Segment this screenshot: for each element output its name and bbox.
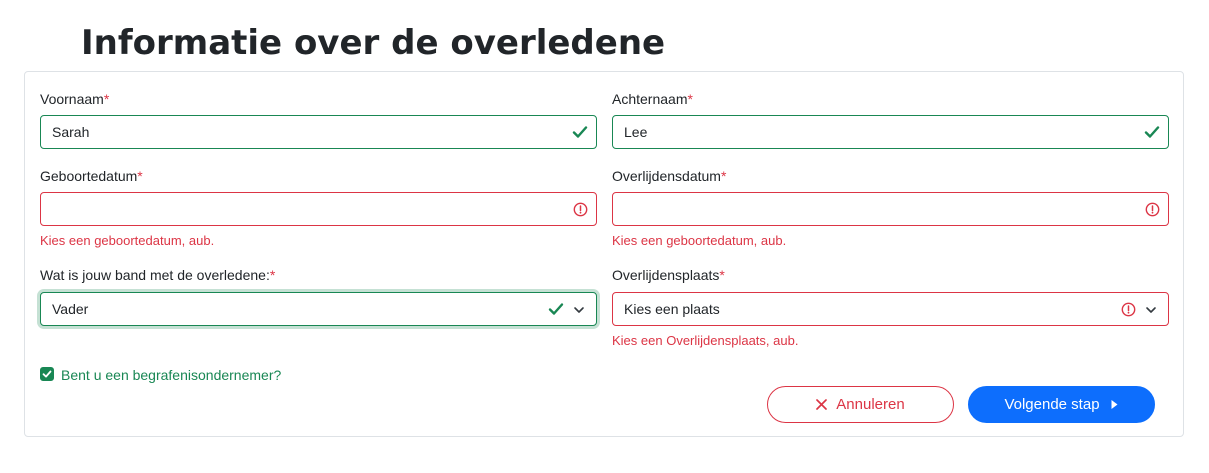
last-name-value: Lee (624, 124, 648, 140)
birth-date-field[interactable] (40, 192, 597, 226)
chevron-down-icon[interactable] (573, 304, 585, 316)
last-name-field[interactable]: Lee (612, 115, 1169, 149)
death-date-error: Kies een geboortedatum, aub. (612, 233, 787, 248)
birth-date-label-text: Geboortedatum (40, 168, 138, 184)
checkmark-icon (42, 370, 52, 378)
check-icon (572, 126, 588, 138)
relation-select[interactable]: Vader (40, 292, 597, 326)
relation-value: Vader (52, 301, 89, 317)
cancel-button[interactable]: Annuleren (767, 386, 954, 423)
first-name-value: Sarah (52, 124, 90, 140)
next-step-button[interactable]: Volgende stap (968, 386, 1155, 423)
first-name-field[interactable]: Sarah (40, 115, 597, 149)
required-marker: * (719, 267, 725, 283)
required-marker: * (720, 168, 727, 184)
required-marker: * (103, 91, 110, 107)
first-name-label-text: Voornaam (40, 91, 104, 107)
death-date-label: Overlijdensdatum* (612, 167, 726, 185)
chevron-down-icon[interactable] (1145, 304, 1157, 316)
caret-right-icon (1111, 400, 1118, 409)
alert-circle-icon (1121, 302, 1136, 317)
birth-date-error: Kies een geboortedatum, aub. (40, 233, 215, 248)
check-icon (548, 303, 564, 315)
next-step-button-label: Volgende stap (1004, 396, 1100, 413)
required-marker: * (269, 267, 276, 283)
alert-circle-icon (1145, 202, 1160, 217)
funeral-director-checkbox[interactable] (40, 367, 54, 381)
death-place-label: Overlijdensplaats* (612, 266, 725, 284)
cancel-button-label: Annuleren (836, 396, 905, 413)
birth-date-label: Geboortedatum* (40, 167, 143, 185)
check-icon (1144, 126, 1160, 138)
close-icon (816, 399, 828, 410)
required-marker: * (687, 91, 693, 107)
death-place-label-text: Overlijdensplaats (612, 267, 720, 283)
last-name-label-text: Achternaam (612, 91, 688, 107)
relation-label: Wat is jouw band met de overledene:* (40, 266, 275, 284)
death-date-label-text: Overlijdensdatum (612, 168, 721, 184)
death-place-value: Kies een plaats (624, 301, 720, 317)
death-place-error: Kies een Overlijdensplaats, aub. (612, 333, 799, 348)
funeral-director-label[interactable]: Bent u een begrafenisondernemer? (61, 367, 281, 383)
relation-label-text: Wat is jouw band met de overledene: (40, 267, 270, 283)
page-title: Informatie over de overledene (81, 23, 666, 63)
first-name-label: Voornaam* (40, 90, 109, 108)
death-date-field[interactable] (612, 192, 1169, 226)
last-name-label: Achternaam* (612, 90, 693, 108)
alert-circle-icon (573, 202, 588, 217)
death-place-select[interactable]: Kies een plaats (612, 292, 1169, 326)
required-marker: * (137, 168, 143, 184)
